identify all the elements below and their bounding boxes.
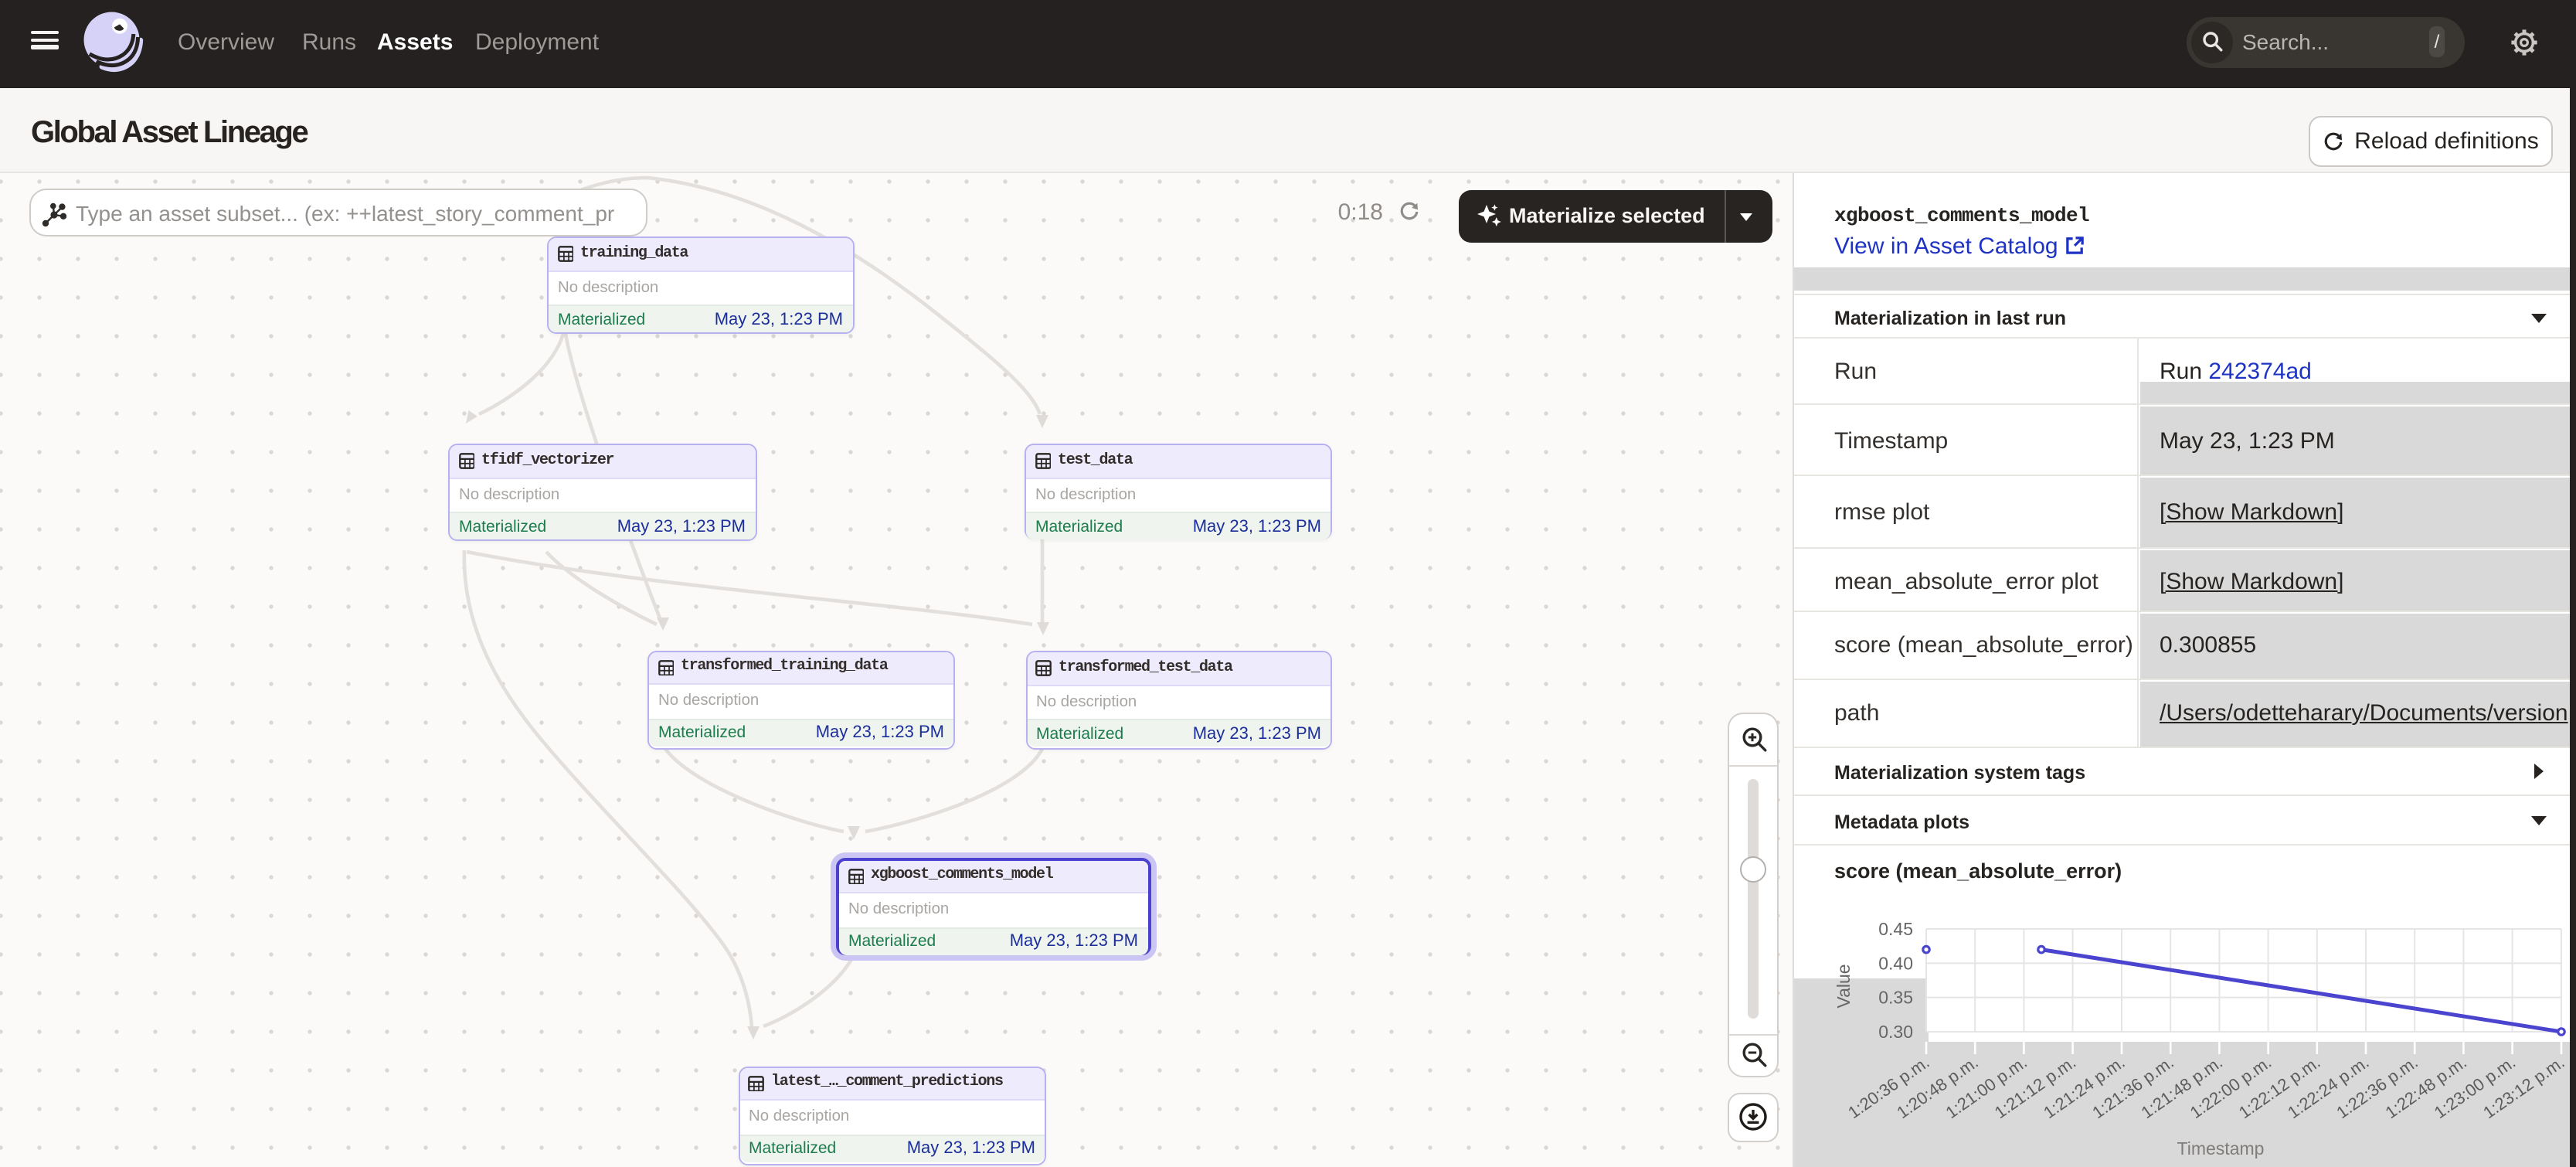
svg-text:Timestamp: Timestamp bbox=[2177, 1138, 2265, 1158]
svg-text:0.40: 0.40 bbox=[1878, 953, 1913, 973]
svg-text:0.30: 0.30 bbox=[1878, 1022, 1913, 1042]
svg-text:0.35: 0.35 bbox=[1878, 988, 1913, 1008]
svg-text:Value: Value bbox=[1833, 964, 1854, 1008]
svg-text:0.45: 0.45 bbox=[1878, 919, 1913, 939]
